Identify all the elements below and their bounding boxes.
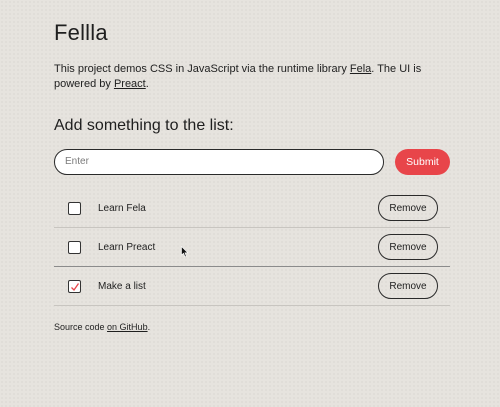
remove-button[interactable]: Remove	[378, 234, 438, 260]
intro-text-part: .	[145, 78, 149, 90]
footer-text: Source code on GitHub.	[54, 322, 450, 332]
item-label: Learn Fela	[98, 202, 146, 214]
add-item-form: Enter Submit	[54, 149, 450, 175]
remove-button[interactable]: Remove	[378, 195, 438, 221]
item-checkbox[interactable]	[68, 280, 81, 293]
mouse-cursor-icon	[181, 246, 189, 258]
app-container: Fellla This project demos CSS in JavaScr…	[54, 20, 450, 341]
item-checkbox[interactable]	[68, 241, 81, 254]
item-input[interactable]: Enter	[54, 149, 384, 175]
page-title: Fellla	[54, 20, 108, 45]
item-label: Learn Preact	[98, 241, 156, 253]
submit-button[interactable]: Submit	[395, 149, 450, 175]
footer-text-part: .	[147, 322, 151, 332]
preact-link[interactable]: Preact	[114, 78, 146, 90]
fela-link[interactable]: Fela	[350, 63, 371, 75]
list-item: Learn Fela Remove	[54, 189, 450, 228]
intro-text: This project demos CSS in JavaScript via…	[54, 62, 450, 92]
todo-list: Learn Fela Remove Learn Preact Remove Ma…	[54, 189, 450, 306]
add-heading: Add something to the list:	[54, 117, 234, 134]
item-checkbox[interactable]	[68, 202, 81, 215]
check-icon	[70, 282, 79, 291]
intro-text-part: This project demos CSS in JavaScript via…	[54, 63, 350, 75]
github-link[interactable]: on GitHub	[107, 322, 148, 332]
list-item: Make a list Remove	[54, 267, 450, 306]
footer-text-part: Source code	[54, 322, 108, 332]
item-label: Make a list	[98, 280, 146, 292]
remove-button[interactable]: Remove	[378, 273, 438, 299]
list-item: Learn Preact Remove	[54, 228, 450, 267]
